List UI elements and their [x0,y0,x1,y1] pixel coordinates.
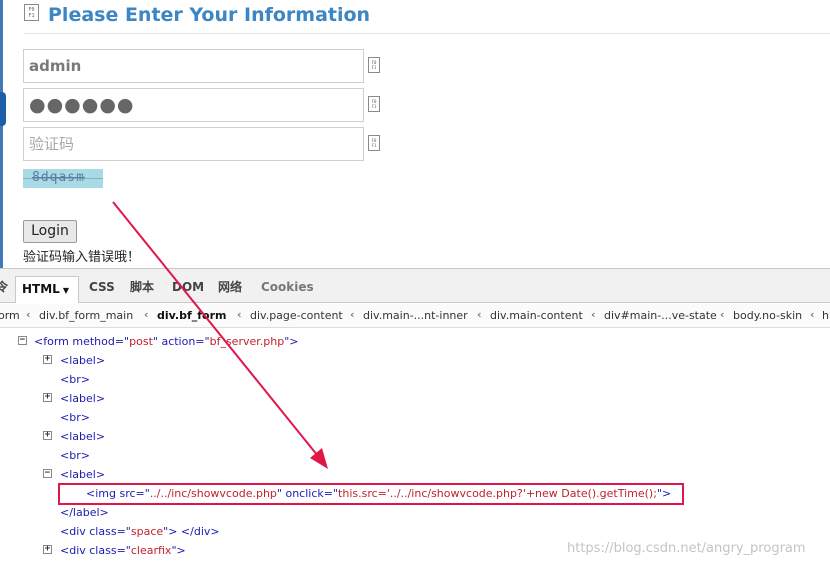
breadcrumb-separator-icon: ‹ [350,308,355,321]
tab-cookies[interactable]: Cookies [261,279,314,295]
breadcrumb-separator-icon: ‹ [237,308,242,321]
tab-css[interactable]: CSS [89,279,115,295]
missing-glyph-icon: F0 F1 [368,135,380,151]
login-page: F0 F1 Please Enter Your Information admi… [0,0,830,268]
breadcrumb-item[interactable]: div.bf_form_main [39,308,133,323]
caret-down-icon[interactable]: ▼ [63,286,69,295]
tree-node-label[interactable]: <label> [60,351,105,370]
breadcrumb-separator-icon: ‹ [720,308,725,321]
captcha-field[interactable]: 验证码 [23,127,364,161]
breadcrumb-item[interactable]: div.main-...nt-inner [363,308,468,323]
left-sidebar-edge [0,0,3,268]
tab-html[interactable]: HTML ▼ [15,276,79,303]
breadcrumb-item[interactable]: h [822,308,829,323]
expand-toggle-icon[interactable]: + [43,393,52,402]
tree-node-div-space[interactable]: <div class="space"> </div> [60,522,220,541]
expand-toggle-icon[interactable]: + [43,355,52,364]
password-field[interactable]: ●●●●●● [23,88,364,122]
devtools-tab-bar: 令 HTML ▼ CSS 脚本 DOM 网络 Cookies [0,269,830,303]
breadcrumb-separator-icon: ‹ [477,308,482,321]
breadcrumb-item-active[interactable]: div.bf_form [157,308,227,323]
sidebar-collapse-tab[interactable] [0,92,6,126]
breadcrumb-item[interactable]: body.no-skin [733,308,802,323]
tree-node-label[interactable]: <label> [60,389,105,408]
login-button[interactable]: Login [23,220,77,243]
tree-node-form[interactable]: <form method="post" action="bf_server.ph… [34,332,298,351]
div-clearfix-tag: <div class="clearfix"> [60,544,186,557]
annotation-highlight-box [58,483,684,505]
breadcrumb-item[interactable]: div.main-content [490,308,583,323]
div-space-tag: <div class="space"> </div> [60,525,220,538]
collapse-toggle-icon[interactable]: − [43,469,52,478]
tab-console-partial[interactable]: 令 [0,279,8,295]
label-tag: <label> [60,468,106,481]
tab-script[interactable]: 脚本 [130,279,154,295]
collapse-toggle-icon[interactable]: − [18,336,27,345]
breadcrumb-separator-icon: ‹ [591,308,596,321]
captcha-image[interactable]: 8dqasm [23,169,103,188]
watermark: https://blog.csdn.net/angry_program [567,541,806,556]
breadcrumb-item[interactable]: div.page-content [250,308,343,323]
expand-toggle-icon[interactable]: + [43,545,52,554]
label-close-tag: </label> [60,506,109,519]
screenshot-stage: F0 F1 Please Enter Your Information admi… [0,0,830,568]
missing-glyph-icon: F0 F1 [368,57,380,73]
tab-dom[interactable]: DOM [172,279,204,295]
missing-glyph-icon: F0 F1 [24,4,39,21]
breadcrumb-item[interactable]: div#main-...ve-state [604,308,717,323]
label-tag: <label> [60,392,106,405]
breadcrumb-separator-icon: ‹ [26,308,31,321]
tree-node-div-clearfix[interactable]: <div class="clearfix"> [60,541,186,560]
devtools-panel: 令 HTML ▼ CSS 脚本 DOM 网络 Cookies orm ‹ div.… [0,268,830,568]
tab-network[interactable]: 网络 [218,279,242,295]
breadcrumb-separator-icon: ‹ [144,308,149,321]
page-title: Please Enter Your Information [48,4,371,26]
tab-html-label: HTML [22,282,60,296]
label-tag: <label> [60,354,106,367]
captcha-image-text: 8dqasm [32,170,85,185]
label-tag: <label> [60,430,106,443]
form-open-tag: <form method="post" action="bf_server.ph… [34,335,299,348]
username-field[interactable]: admin [23,49,364,83]
expand-toggle-icon[interactable]: + [43,431,52,440]
tree-node-br[interactable]: <br> [60,408,90,427]
tree-node-br[interactable]: <br> [60,446,90,465]
br-tag: <br> [60,373,90,386]
captcha-error-message: 验证码输入错误哦！ [23,250,141,265]
tree-node-label-close[interactable]: </label> [60,503,109,522]
missing-glyph-icon: F0 F1 [368,96,380,112]
dom-tree: − <form method="post" action="bf_server.… [0,331,830,568]
breadcrumb-item[interactable]: orm [0,308,20,323]
tree-node-br[interactable]: <br> [60,370,90,389]
tree-node-label[interactable]: <label> [60,427,105,446]
tree-node-label-expanded[interactable]: <label> [60,465,105,484]
br-tag: <br> [60,449,90,462]
breadcrumb-separator-icon: ‹ [810,308,815,321]
breadcrumb: orm ‹ div.bf_form_main ‹ div.bf_form ‹ d… [0,304,830,328]
br-tag: <br> [60,411,90,424]
